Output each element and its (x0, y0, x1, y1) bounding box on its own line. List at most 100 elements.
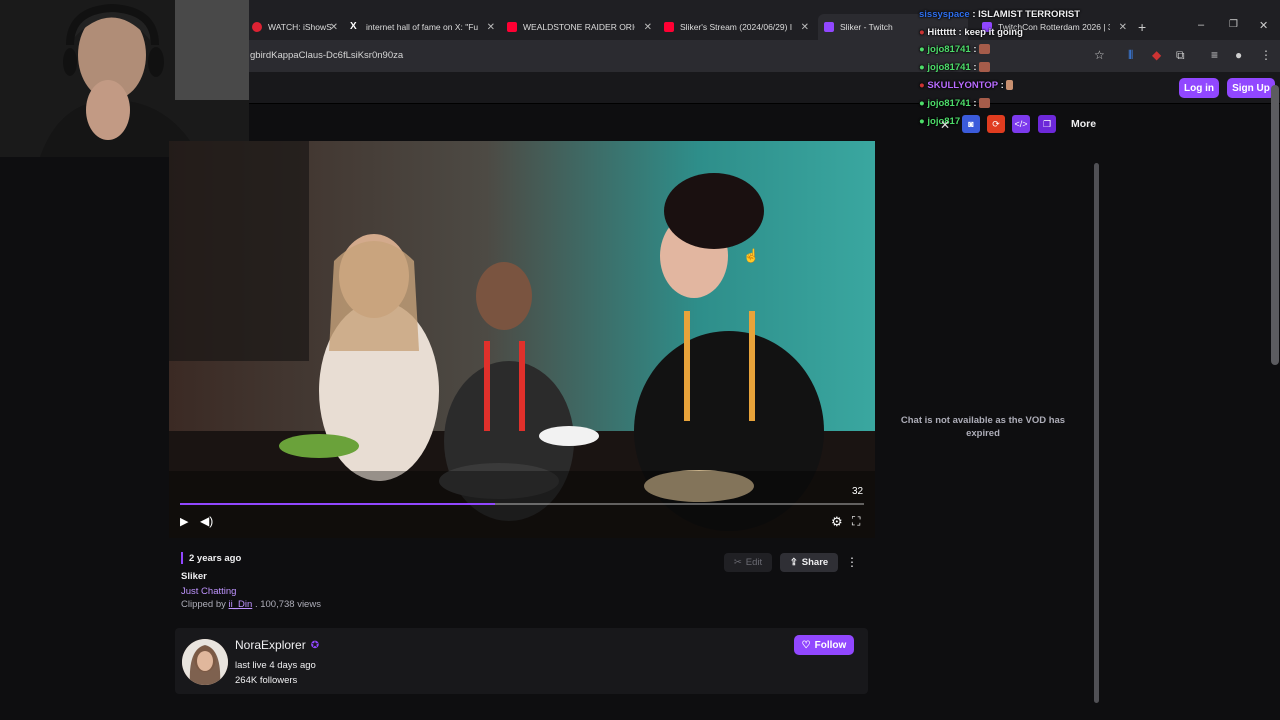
overlay-chat-line: ● jojo81741 : (919, 98, 991, 109)
close-window-icon[interactable]: ✕ (1259, 19, 1268, 32)
chat-unavailable-message: Chat is not available as the VOD has exp… (900, 415, 1066, 439)
extensions-puzzle-icon[interactable]: ⧉ (1176, 48, 1185, 63)
x-logo-icon: X (350, 21, 357, 32)
profile-avatar-icon[interactable]: ● (1235, 48, 1242, 62)
heart-icon: ♡ (801, 639, 811, 651)
chat-username: jojo81741 (927, 62, 971, 73)
chat-badge-icon: ● (919, 116, 925, 127)
chat-username: sissyspace (919, 9, 970, 20)
more-menu-button[interactable]: More (1071, 118, 1096, 130)
chat-scrollbar[interactable] (1094, 145, 1100, 705)
chat-username: jojo81741 (927, 44, 971, 55)
video-progress-bar[interactable] (180, 503, 864, 505)
webcam-overlay (0, 0, 249, 157)
signup-button[interactable]: Sign Up (1227, 78, 1275, 98)
tab-search-icon[interactable]: ≡ (1211, 48, 1218, 62)
tab-label: WEALDSTONE RAIDER ORIGIN (523, 22, 635, 32)
share-button[interactable]: ⇪ Share (780, 553, 838, 572)
chat-username: jojo81741 (927, 98, 971, 109)
tab-label: Sliker's Stream (2024/06/29) IR (680, 22, 792, 32)
discord-icon[interactable]: ◙ (962, 115, 980, 133)
close-tab-icon[interactable]: ✕ (644, 22, 652, 33)
close-tab-icon[interactable]: ✕ (801, 22, 809, 33)
streamer-followers: 264K followers (235, 675, 298, 686)
emote-icon (1006, 80, 1014, 91)
clipped-by-label: Clipped by (181, 599, 226, 610)
twitch-icon (824, 22, 834, 32)
clip-meta: Clipped by ii_Din . 100,738 views (181, 599, 321, 610)
maximize-icon[interactable]: ❐ (1229, 19, 1238, 30)
page-scrollbar-thumb[interactable] (1271, 85, 1279, 365)
more-options-icon[interactable]: ⋮ (846, 555, 858, 569)
youtube-icon (664, 22, 674, 32)
browser-tab-2[interactable]: WEALDSTONE RAIDER ORIGIN ✕ (507, 14, 652, 40)
video-player[interactable] (169, 141, 875, 538)
emote-icon (979, 98, 991, 109)
code-icon[interactable]: </> (1012, 115, 1030, 133)
video-progress-fill (180, 503, 495, 505)
browser-tab-1[interactable]: X internet hall of fame on X: "Fuk ✕ (350, 14, 495, 40)
overlay-chat-line: ● Hitttttt : keep it going (919, 27, 1023, 38)
streamer-name[interactable]: NoraExplorer (235, 638, 306, 652)
view-count: . 100,738 views (254, 599, 321, 610)
streamer-avatar[interactable] (182, 639, 228, 685)
overlay-chat-line: ● SKULLYONTOP : (919, 80, 1014, 91)
clip-channel[interactable]: Sliker (181, 571, 207, 582)
overlay-chat-line: ● jojo81741 : (919, 44, 991, 55)
chat-badge-icon: ● (919, 44, 925, 55)
chat-username: SKULLYONTOP (927, 80, 998, 91)
url-text[interactable]: gbirdKappaClaus-Dc6fLsiKsr0n90za (250, 50, 403, 61)
chat-message: ISLAMIST TERRORIST (978, 9, 1081, 20)
share-label: Share (801, 557, 829, 568)
browser-tab-3[interactable]: Sliker's Stream (2024/06/29) IR ✕ (664, 14, 809, 40)
clip-age: 2 years ago (189, 553, 242, 564)
chat-badge-icon: ● (919, 27, 925, 38)
red-globe-icon (252, 22, 262, 32)
tab-label: internet hall of fame on X: "Fuk (366, 22, 478, 32)
overlay-chat-line: sissyspace : ISLAMIST TERRORIST (919, 9, 1081, 20)
chat-badge-icon: ● (919, 80, 925, 91)
chat-panel: Chat is not available as the VOD has exp… (875, 141, 1100, 706)
copy-icon[interactable]: ❐ (1038, 115, 1056, 133)
follow-label: Follow (814, 639, 847, 651)
close-tab-icon[interactable]: ✕ (1119, 22, 1127, 33)
clip-category-link[interactable]: Just Chatting (181, 586, 236, 597)
extension-red-icon[interactable]: ◆ (1152, 48, 1161, 62)
tab-label: WATCH: iShowS (268, 22, 332, 32)
clipper-link[interactable]: ii_Din (229, 599, 253, 610)
settings-gear-icon[interactable]: ⚙ (831, 514, 843, 530)
tab-label: Sliker - Twitch (840, 22, 893, 32)
scrollbar-thumb[interactable] (1094, 163, 1099, 703)
mouse-cursor-icon: ☝ (743, 248, 760, 263)
play-icon[interactable]: ▶ (180, 515, 188, 528)
new-tab-button[interactable]: + (1138, 19, 1146, 35)
emote-icon (979, 62, 991, 73)
scissors-icon: ✂ (733, 557, 742, 568)
login-button[interactable]: Log in (1179, 78, 1219, 98)
bookmark-star-icon[interactable]: ☆ (1094, 48, 1105, 62)
browser-menu-icon[interactable]: ⋮ (1260, 48, 1272, 62)
share-icon: ⇪ (789, 557, 798, 568)
emote-icon (979, 44, 991, 55)
edit-label: Edit (745, 557, 763, 568)
minimize-icon[interactable]: – (1198, 19, 1204, 31)
chat-badge-icon: ● (919, 62, 925, 73)
streamer-last-live: last live 4 days ago (235, 660, 316, 671)
fullscreen-icon[interactable]: ⛶ (852, 514, 860, 529)
edit-button[interactable]: ✂ Edit (724, 553, 772, 572)
chat-username: Hitttttt (927, 27, 956, 38)
x-logo-icon[interactable]: ✕ (940, 118, 950, 132)
close-tab-icon[interactable]: ✕ (487, 22, 495, 33)
follow-button[interactable]: ♡ Follow (794, 635, 854, 655)
youtube-icon (507, 22, 517, 32)
browser-tab-0[interactable]: WATCH: iShowS ✕ (252, 14, 338, 40)
app-icon-orange[interactable]: ⟳ (987, 115, 1005, 133)
streamer-name-row: NoraExplorer ✪ (235, 638, 319, 652)
close-tab-icon[interactable]: ✕ (330, 22, 338, 33)
verified-badge-icon: ✪ (310, 639, 320, 651)
chat-message: keep it going (964, 27, 1023, 38)
time-remaining: 32 (852, 486, 864, 497)
overlay-chat-line: ● jojo81741 : (919, 62, 991, 73)
volume-icon[interactable]: ◀) (200, 514, 213, 528)
extension-wave-icon[interactable]: ⦀ (1128, 48, 1133, 63)
